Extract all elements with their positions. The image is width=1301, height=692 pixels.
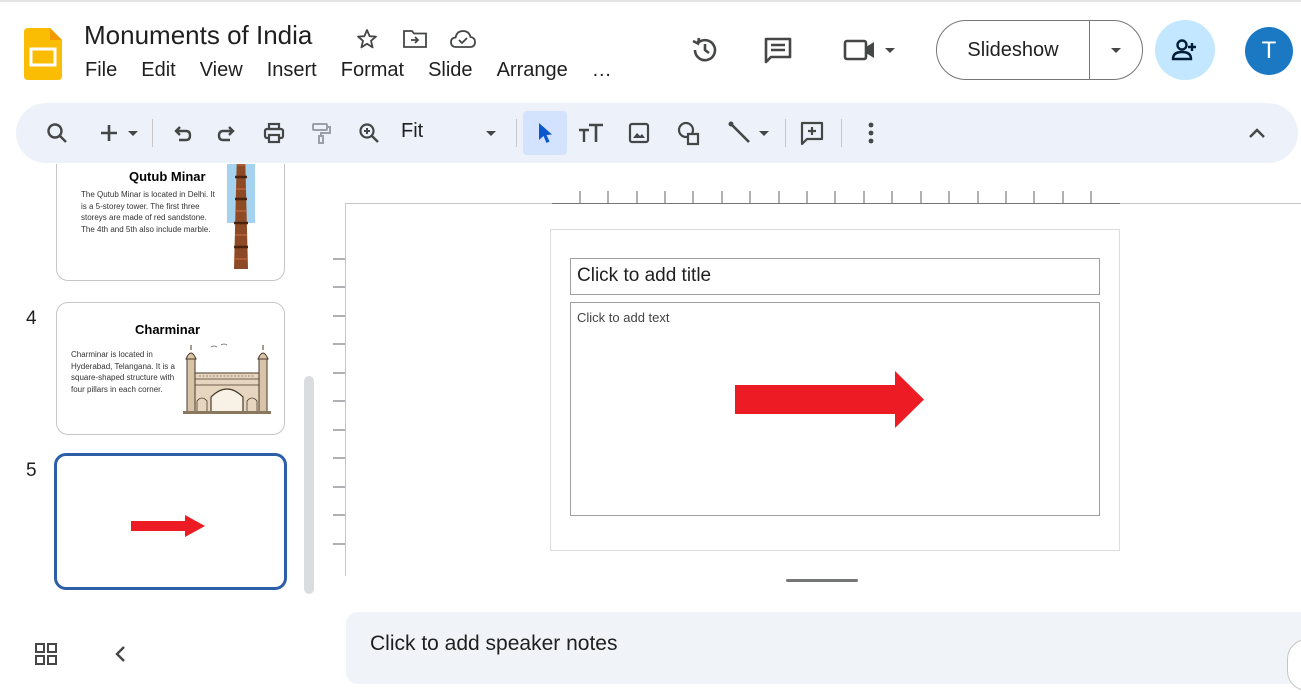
slideshow-options-button[interactable] bbox=[1090, 21, 1142, 79]
chevron-down-icon bbox=[885, 48, 895, 53]
vertical-ruler[interactable] bbox=[333, 230, 347, 550]
undo-icon[interactable] bbox=[167, 116, 197, 150]
thumbnail-title: Charminar bbox=[135, 322, 201, 337]
meet-button[interactable] bbox=[838, 30, 908, 70]
thumbnail-title: Qutub Minar bbox=[129, 169, 206, 184]
shape-icon[interactable] bbox=[674, 116, 704, 150]
grid-view-icon[interactable] bbox=[32, 640, 60, 668]
paint-format-icon[interactable] bbox=[306, 116, 336, 150]
new-slide-button[interactable] bbox=[92, 116, 146, 150]
cursor-arrow-icon bbox=[539, 123, 552, 143]
chevron-down-icon bbox=[1111, 48, 1121, 53]
filmstrip-scrollbar[interactable] bbox=[304, 376, 314, 594]
thumbnail-arrow-shape bbox=[131, 515, 205, 537]
slide-thumbnail-3[interactable]: Qutub Minar The Qutub Minar is located i… bbox=[56, 164, 285, 281]
chevron-down-icon bbox=[486, 131, 496, 136]
slide-number-4: 4 bbox=[26, 308, 37, 329]
zoom-select-value[interactable]: Fit bbox=[401, 120, 423, 143]
add-person-icon bbox=[1171, 39, 1196, 61]
share-button[interactable] bbox=[1155, 20, 1215, 80]
collapse-filmstrip-icon[interactable] bbox=[106, 640, 134, 668]
add-comment-icon[interactable] bbox=[797, 116, 827, 150]
horizontal-ruler[interactable] bbox=[552, 188, 1120, 204]
menu-arrange[interactable]: Arrange bbox=[485, 59, 580, 82]
slide-thumbnail-4[interactable]: Charminar Charminar is located in Hydera… bbox=[56, 302, 285, 435]
plus-icon bbox=[101, 125, 117, 141]
line-icon bbox=[728, 121, 750, 143]
speaker-notes-placeholder[interactable]: Click to add speaker notes bbox=[370, 632, 617, 656]
notes-resize-handle[interactable] bbox=[786, 579, 858, 582]
zoom-icon[interactable] bbox=[354, 116, 384, 150]
star-icon[interactable] bbox=[353, 26, 381, 52]
menu-file[interactable]: File bbox=[74, 59, 129, 82]
collapse-toolbar-icon[interactable] bbox=[1242, 116, 1272, 150]
title-placeholder[interactable]: Click to add title bbox=[570, 258, 1100, 295]
slide-filmstrip: Qutub Minar The Qutub Minar is located i… bbox=[0, 164, 320, 600]
comments-icon[interactable] bbox=[758, 30, 798, 70]
insert-image-icon[interactable] bbox=[624, 116, 654, 150]
zoom-dropdown-button[interactable] bbox=[480, 116, 502, 150]
slideshow-button[interactable]: Slideshow bbox=[937, 21, 1090, 79]
thumbnail-body: Charminar is located in Hyderabad, Telan… bbox=[71, 350, 175, 394]
slides-logo-icon[interactable] bbox=[24, 28, 62, 80]
chevron-down-icon bbox=[128, 131, 138, 136]
search-icon[interactable] bbox=[42, 116, 72, 150]
menu-more[interactable]: … bbox=[580, 59, 624, 82]
more-options-icon[interactable] bbox=[856, 116, 886, 150]
redo-icon[interactable] bbox=[212, 116, 242, 150]
print-icon[interactable] bbox=[259, 116, 289, 150]
right-arrow-shape[interactable] bbox=[735, 371, 925, 429]
toolbar: Fit bbox=[16, 103, 1298, 163]
slide-thumbnail-5[interactable] bbox=[54, 453, 287, 590]
version-history-icon[interactable] bbox=[685, 30, 725, 70]
account-avatar[interactable]: T bbox=[1245, 27, 1293, 75]
select-tool-button[interactable] bbox=[523, 111, 567, 155]
thumbnail-body: The Qutub Minar is located in Delhi. It … bbox=[81, 190, 215, 234]
menu-bar: File Edit View Insert Format Slide Arran… bbox=[74, 59, 624, 82]
line-tool-button[interactable] bbox=[722, 116, 776, 150]
charminar-image bbox=[183, 343, 271, 414]
document-title[interactable]: Monuments of India bbox=[84, 20, 312, 51]
video-camera-icon bbox=[843, 39, 874, 61]
menu-view[interactable]: View bbox=[188, 59, 255, 82]
menu-slide[interactable]: Slide bbox=[416, 59, 484, 82]
menu-format[interactable]: Format bbox=[329, 59, 416, 82]
slide-number-5: 5 bbox=[26, 460, 37, 481]
move-folder-icon[interactable] bbox=[401, 26, 429, 52]
chevron-down-icon bbox=[759, 131, 769, 136]
slideshow-split-button: Slideshow bbox=[936, 20, 1143, 80]
speaker-notes-panel[interactable]: Click to add speaker notes bbox=[346, 612, 1301, 684]
qutub-minar-image bbox=[227, 164, 255, 269]
text-box-icon[interactable] bbox=[576, 116, 606, 150]
cloud-saved-icon[interactable] bbox=[449, 26, 477, 52]
menu-insert[interactable]: Insert bbox=[255, 59, 329, 82]
menu-edit[interactable]: Edit bbox=[129, 59, 187, 82]
